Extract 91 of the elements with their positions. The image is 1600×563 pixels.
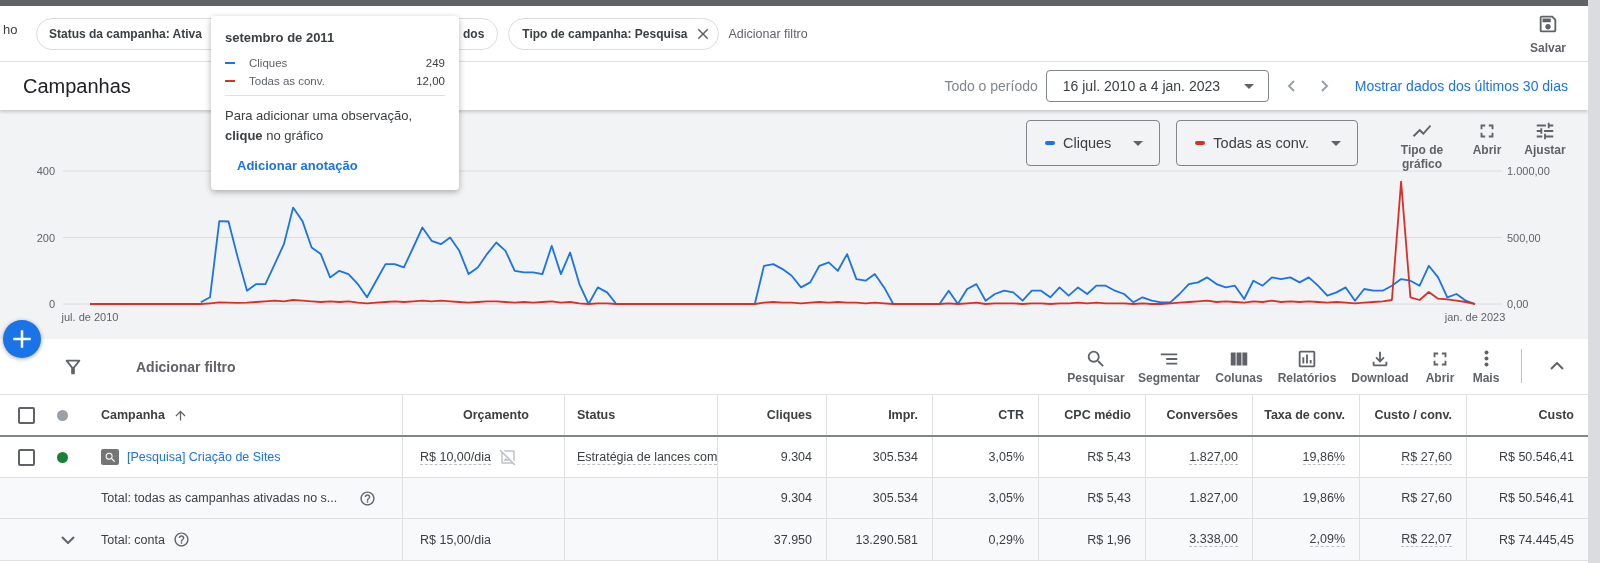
table-cell: R$ 74.445,45 [1498,532,1574,547]
caret-icon [1331,140,1341,146]
table-cell: 19,86% [1302,449,1345,465]
total-label: Total: conta [101,532,165,547]
series-label: Todas as conv. [249,75,325,87]
series-label: Cliques [249,57,288,69]
column-header[interactable]: Custo [1466,395,1588,435]
table-cell: R$ 1,96 [1087,532,1131,547]
save-button[interactable]: Salvar [1529,12,1566,55]
chevron-left-icon [1286,80,1295,92]
table-cell: 2,09% [1309,532,1345,547]
column-header[interactable]: Custo / conv. [1359,395,1466,435]
table-cell: R$ 50.546,41 [1498,491,1574,505]
axis-label: 1.000,00 [1507,165,1550,177]
segment-button[interactable]: Segmentar [1133,347,1205,386]
expand-button[interactable]: Abrir [1419,347,1461,386]
table-cell: R$ 5,43 [1087,491,1131,505]
table-cell: 9.304 [780,450,812,464]
table-cell: R$ 27,60 [1401,449,1452,465]
table-cell: 1.827,00 [1189,449,1238,465]
column-header[interactable]: Taxa de conv. [1252,395,1359,435]
date-range-dropdown[interactable]: 16 jul. 2010 a 4 jan. 2023 [1045,70,1269,102]
table-cell: 13.290.581 [855,532,918,547]
table-cell: R$ 15,00/dia [420,532,491,547]
table-cell: 305.534 [872,491,918,505]
caret-icon [1243,83,1254,89]
axis-label: 0 [48,298,55,310]
add-filter-link[interactable]: Adicionar filtro [136,358,236,375]
table-cell: R$ 10,00/dia [420,449,491,465]
series-value: 12,00 [416,75,445,87]
table-cell: 19,86% [1302,491,1345,505]
table-cell: 305.534 [872,450,918,464]
page-title: Campanhas [23,74,131,98]
download-button[interactable]: Download [1347,347,1413,386]
help-icon[interactable] [359,489,377,507]
column-header[interactable]: Orçamento [402,395,564,435]
axis-label: jul. de 2010 [61,311,119,323]
column-header[interactable]: Campanha [95,395,402,435]
table-cell: 9.304 [780,491,812,505]
table-cell: R$ 22,07 [1401,532,1452,547]
checkbox[interactable] [18,448,35,466]
search-campaign-icon [101,449,119,465]
columns-button[interactable]: Colunas [1211,347,1267,386]
chart-type-button[interactable]: Tipo de gráfico [1392,120,1452,172]
period-label: Todo o período [944,78,1038,94]
table-cell: R$ 5,43 [1087,450,1131,464]
caret-icon [1133,140,1144,146]
tooltip-hint: Para adicionar uma observação, clique no gráfico [225,107,414,145]
chevron-right-icon [1320,80,1329,92]
table-cell: 37.950 [773,532,812,547]
help-icon[interactable] [172,531,190,548]
axis-label: 200 [36,231,55,244]
add-filter-link[interactable]: Adicionar filtro [728,26,808,41]
more-button[interactable]: Mais [1467,347,1505,386]
axis-label: 500,00 [1507,231,1541,244]
axis-label: 0,00 [1507,298,1529,310]
campaign-link[interactable]: [Pesquisa] Criação de Sites [127,450,281,464]
axis-label: jan. de 2023 [1444,311,1506,323]
metric-dropdown[interactable]: Todas as conv. [1176,120,1358,166]
cut-text: ho [3,22,19,37]
table-cell: R$ 50.546,41 [1498,450,1574,464]
add-button[interactable] [3,320,41,358]
last-30-days-link[interactable]: Mostrar dados dos últimos 30 dias [1354,78,1568,94]
no-image-icon [498,448,517,466]
chevron-up-icon [1550,362,1564,371]
metric-dropdown[interactable]: Cliques [1026,120,1161,166]
axis-label: 400 [36,165,55,177]
column-header[interactable]: CPC médio [1038,395,1145,435]
column-header[interactable]: Conversões [1145,395,1252,435]
series-value: 249 [425,57,445,69]
table-cell: Estratégia de lances com [577,449,718,465]
more-icon [1483,350,1489,368]
expand-button[interactable]: Abrir [1466,120,1508,172]
table-cell: R$ 27,60 [1401,491,1452,505]
table-cell: 0,29% [988,532,1024,547]
sliders-icon [1534,120,1556,142]
chevron-down-icon [61,535,75,544]
table-cell: 3.338,00 [1189,532,1238,547]
table-cell: 1.827,00 [1189,491,1238,505]
status-dot [57,409,68,421]
add-annotation-link[interactable]: Adicionar anotação [237,158,358,173]
checkbox[interactable] [18,406,35,424]
search-button[interactable]: Pesquisar [1065,347,1127,386]
column-header[interactable]: Status [564,395,717,435]
table-cell: 3,05% [988,450,1024,464]
column-header[interactable]: Impr. [826,395,932,435]
table-cell: 3,05% [988,491,1024,505]
reports-button[interactable]: Relatórios [1273,347,1341,386]
total-label: Total: todas as campanhas ativadas no s... [101,491,338,505]
column-header[interactable]: CTR [932,395,1038,435]
column-header[interactable]: Cliques [717,395,826,435]
